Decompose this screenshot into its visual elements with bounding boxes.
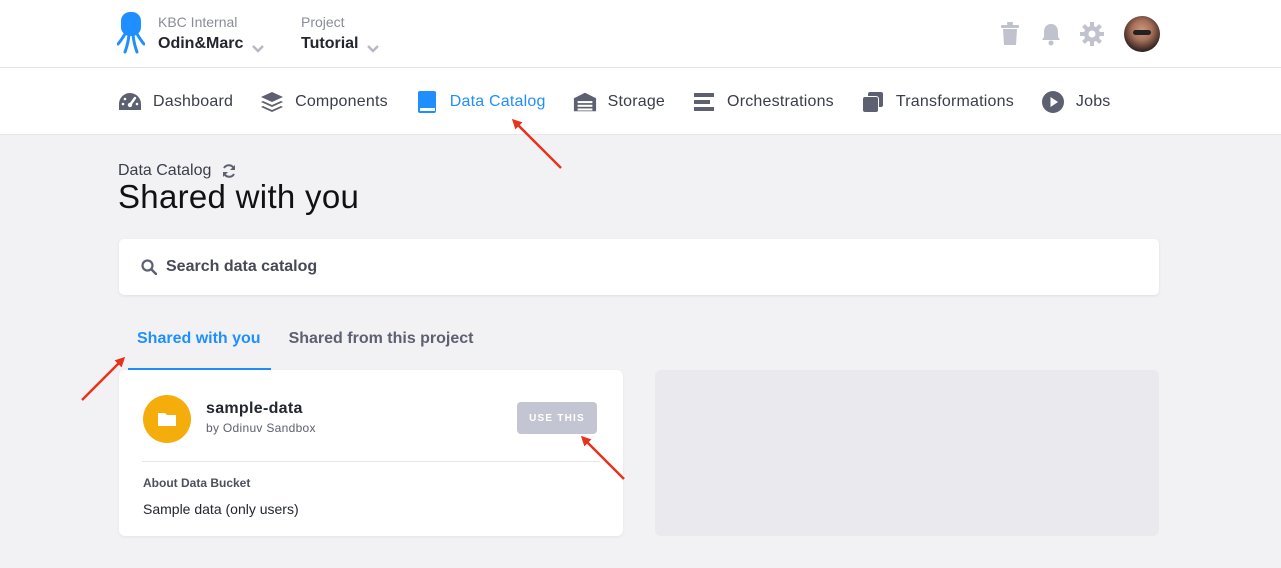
project-selector[interactable]: Project Tutorial: [301, 14, 380, 55]
nav-label-data-catalog: Data Catalog: [449, 92, 546, 110]
bucket-owner: by Odinuv Sandbox: [206, 421, 316, 435]
organization-name: Odin&Marc: [158, 35, 244, 52]
gauge-icon: [118, 90, 142, 114]
catalog-tabs: Shared with you Shared from this project: [128, 320, 484, 370]
nav-label-jobs: Jobs: [1075, 92, 1111, 110]
nav-item-storage[interactable]: Storage: [573, 90, 665, 114]
bucket-card[interactable]: sample-data by Odinuv Sandbox USE THIS A…: [119, 370, 623, 536]
refresh-icon[interactable]: [221, 163, 237, 179]
nav-label-dashboard: Dashboard: [153, 92, 234, 110]
organization-selector[interactable]: KBC Internal Odin&Marc: [158, 14, 265, 55]
search-icon: [141, 259, 158, 276]
organization-label: KBC Internal: [158, 14, 238, 30]
project-label: Project: [301, 14, 345, 30]
warehouse-icon: [573, 90, 597, 114]
bars-icon: [692, 90, 716, 114]
project-name: Tutorial: [301, 35, 359, 52]
chevron-down-icon: [366, 39, 380, 53]
avatar[interactable]: [1124, 16, 1160, 52]
chevron-down-icon: [251, 39, 265, 53]
nav-item-transformations[interactable]: Transformations: [861, 90, 1014, 114]
nav-item-orchestrations[interactable]: Orchestrations: [692, 90, 834, 114]
bucket-description: Sample data (only users): [143, 501, 299, 517]
book-icon: [415, 90, 439, 114]
gear-icon[interactable]: [1080, 22, 1104, 46]
trash-icon[interactable]: [998, 22, 1022, 46]
nav-label-orchestrations: Orchestrations: [727, 92, 834, 110]
bell-icon[interactable]: [1039, 22, 1063, 46]
play-circle-icon: [1041, 90, 1065, 114]
search-input[interactable]: [166, 258, 1066, 276]
top-header: KBC Internal Odin&Marc Project Tutorial: [0, 0, 1281, 68]
about-label: About Data Bucket: [143, 476, 251, 490]
use-this-button[interactable]: USE THIS: [517, 402, 597, 434]
annotation-arrow-shared-tab: [81, 356, 126, 401]
nav-label-transformations: Transformations: [895, 92, 1014, 110]
nav-item-components[interactable]: Components: [260, 90, 388, 114]
nav-item-data-catalog[interactable]: Data Catalog: [415, 90, 546, 114]
nav-item-jobs[interactable]: Jobs: [1041, 90, 1111, 114]
nav-label-components: Components: [295, 92, 388, 110]
tab-shared-from-this-project[interactable]: Shared from this project: [279, 320, 484, 370]
bucket-name: sample-data: [206, 400, 303, 417]
nav-item-dashboard[interactable]: Dashboard: [118, 90, 233, 114]
keboola-logo-icon[interactable]: [116, 12, 146, 54]
copy-icon: [861, 90, 885, 114]
main-navigation: Dashboard Components Data Catalog Storag…: [0, 68, 1281, 135]
page-title: Shared with you: [118, 178, 360, 215]
divider: [142, 461, 600, 462]
tab-shared-with-you[interactable]: Shared with you: [128, 320, 271, 370]
search-bar: [119, 239, 1159, 295]
empty-card-placeholder: [655, 370, 1159, 536]
layers-icon: [260, 90, 284, 114]
nav-label-storage: Storage: [607, 92, 666, 110]
folder-icon: [143, 395, 191, 443]
